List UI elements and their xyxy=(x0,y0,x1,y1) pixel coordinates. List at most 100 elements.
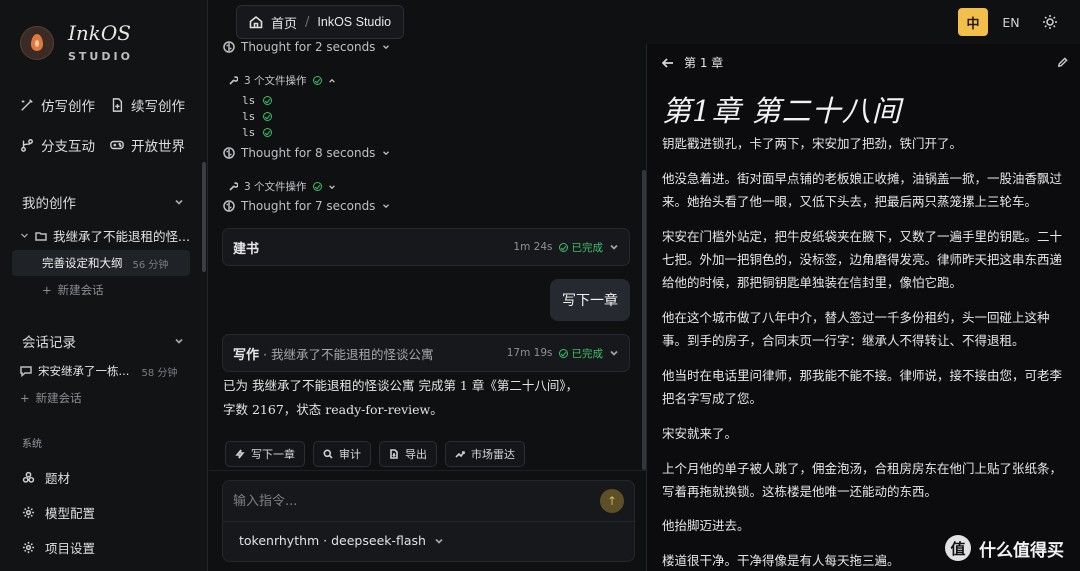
history-item-label: 宋安继承了一栋... xyxy=(38,364,130,378)
session-label: 完善设定和大纲 xyxy=(42,256,123,270)
history-title: 会话记录 xyxy=(22,335,76,351)
wrench-icon xyxy=(229,181,238,191)
brain-icon xyxy=(223,41,235,53)
market-radar-button[interactable]: 市场雷达 xyxy=(445,441,525,467)
chevron-up-icon xyxy=(328,78,335,83)
command-row: ls xyxy=(242,94,273,107)
thought-toggle-3[interactable]: Thought for 7 seconds xyxy=(223,199,391,213)
watermark-text: 什么值得买 xyxy=(979,540,1064,561)
sidebar-item-genres[interactable]: 题材 xyxy=(22,468,70,487)
nav-branch-interactive[interactable]: 分支互动 xyxy=(20,136,110,155)
export-button[interactable]: 导出 xyxy=(379,441,437,467)
command-row: ls xyxy=(242,126,273,139)
history-item-age: 58 分钟 xyxy=(141,367,178,379)
breadcrumb-home[interactable]: 首页 xyxy=(271,13,297,32)
nav-continuation-writing[interactable]: 续写创作 xyxy=(110,96,200,115)
chevron-down-icon xyxy=(175,199,183,205)
plus-icon: + xyxy=(20,391,30,405)
assistant-result-text: 已为 我继承了不能退租的怪谈公寓 完成第 1 章《第二十八间》，字数 2167，… xyxy=(223,378,579,417)
model-selector[interactable]: tokenrhythm · deepseek-flash xyxy=(239,533,444,548)
book-tree-item[interactable]: 我继承了不能退租的怪... xyxy=(20,226,190,245)
file-ops-toggle-2[interactable]: 3 个文件操作 xyxy=(228,179,336,194)
chevron-down-icon xyxy=(610,350,618,356)
input-divider xyxy=(223,521,634,522)
chevron-down-icon xyxy=(21,233,28,238)
plus-icon: + xyxy=(42,283,52,297)
watermark-logo: 值 xyxy=(945,535,971,561)
nav-label: 开放世界 xyxy=(131,139,185,155)
task-card-build-book[interactable]: 建书 1m 24s 已完成 xyxy=(222,228,630,266)
sys-item-label: 模型配置 xyxy=(45,506,96,521)
new-session-button[interactable]: + 新建会话 xyxy=(42,282,104,298)
command-input[interactable] xyxy=(233,489,593,513)
quick-actions: 写下一章 审计 导出 市场雷达 xyxy=(225,441,525,467)
nav-label: 仿写创作 xyxy=(41,99,95,115)
chevron-down-icon xyxy=(383,45,390,50)
file-ops-label: 3 个文件操作 xyxy=(244,75,307,87)
session-item-active[interactable]: 完善设定和大纲 56 分钟 xyxy=(12,250,190,276)
command-row: ls xyxy=(242,110,273,123)
chat-scrollbar[interactable] xyxy=(642,170,646,470)
my-works-header[interactable]: 我的创作 xyxy=(22,192,184,212)
arrow-up-icon: ↑ xyxy=(606,494,618,508)
sun-icon[interactable] xyxy=(1042,14,1058,30)
history-header[interactable]: 会话记录 xyxy=(22,331,184,351)
reader-chapter-label: 第 1 章 xyxy=(684,56,724,70)
sys-item-label: 项目设置 xyxy=(45,541,96,556)
breadcrumb-separator: / xyxy=(305,14,310,30)
action-label: 导出 xyxy=(405,448,427,461)
arrow-left-icon[interactable] xyxy=(662,57,674,69)
file-ops-toggle-1[interactable]: 3 个文件操作 xyxy=(228,73,336,88)
brain-icon xyxy=(223,200,235,212)
user-message: 写下一章 xyxy=(550,279,630,321)
chevron-down-icon xyxy=(435,538,443,544)
thought-toggle-2[interactable]: Thought for 8 seconds xyxy=(223,146,391,160)
task-card-writing[interactable]: 写作 · 我继承了不能退租的怪谈公寓 17m 19s 已完成 xyxy=(222,334,630,372)
chapter-title: 第1章 第二十八间 xyxy=(662,94,902,128)
thought-label: Thought for 2 seconds xyxy=(241,40,376,54)
sidebar-item-project-settings[interactable]: 项目设置 xyxy=(22,538,95,557)
new-session-label: 新建会话 xyxy=(57,283,104,297)
model-name: tokenrhythm · deepseek-flash xyxy=(239,533,426,548)
search-icon xyxy=(323,449,333,459)
pen-sparkle-icon xyxy=(21,99,33,111)
command-input-box: ↑ tokenrhythm · deepseek-flash xyxy=(222,480,635,562)
home-icon[interactable] xyxy=(249,15,263,29)
action-label: 写下一章 xyxy=(251,448,295,461)
lang-zh-button[interactable]: 中 xyxy=(958,8,988,36)
audit-button[interactable]: 审计 xyxy=(313,441,371,467)
brand[interactable]: InkOS STUDIO xyxy=(20,22,133,63)
task-subtitle: · 我继承了不能退租的怪谈公寓 xyxy=(263,346,434,362)
sidebar: InkOS STUDIO 仿写创作 续写创作 分支互动 开放世界 我的创作 我继… xyxy=(0,0,208,571)
pencil-icon[interactable] xyxy=(1057,57,1068,68)
new-history-session-button[interactable]: + 新建会话 xyxy=(20,390,82,406)
task-status: 已完成 xyxy=(571,347,604,360)
command-text: ls xyxy=(242,110,256,123)
lang-en-button[interactable]: EN xyxy=(996,8,1026,36)
task-duration: 1m 24s xyxy=(513,241,553,253)
chapter-paragraph: 他抬脚迈进去。 xyxy=(662,518,750,533)
layers-icon xyxy=(22,471,35,483)
watermark: 值 什么值得买 xyxy=(945,535,1064,561)
folder-icon xyxy=(35,231,47,241)
sys-item-label: 题材 xyxy=(45,471,71,486)
chevron-down-icon xyxy=(610,244,618,250)
sidebar-item-model-config[interactable]: 模型配置 xyxy=(22,503,95,522)
sidebar-scrollbar[interactable] xyxy=(202,162,206,272)
chapter-paragraph: 他当时在电话里问律师，那我能不能不接。律师说，接不接由您，可老李把名字写成了您。 xyxy=(662,368,1063,406)
top-right-controls: 中 EN xyxy=(958,8,1058,36)
success-check-icon xyxy=(263,112,273,121)
chevron-down-icon xyxy=(383,151,390,156)
chapter-paragraph: 上个月他的单子被人跳了，佣金泡汤，合租房房东在他门上贴了张纸条，写着再拖就换锁。… xyxy=(662,461,1063,499)
command-text: ls xyxy=(242,94,256,107)
nav-imitation-writing[interactable]: 仿写创作 xyxy=(20,96,110,115)
send-button[interactable]: ↑ xyxy=(600,489,624,513)
zap-icon xyxy=(235,449,245,459)
nav-open-world[interactable]: 开放世界 xyxy=(110,136,200,155)
history-item[interactable]: 宋安继承了一栋... 58 分钟 xyxy=(20,363,177,379)
action-label: 审计 xyxy=(339,448,361,461)
write-next-chapter-button[interactable]: 写下一章 xyxy=(225,441,305,467)
thought-toggle-1[interactable]: Thought for 2 seconds xyxy=(223,40,391,54)
book-title: 我继承了不能退租的怪... xyxy=(53,229,190,244)
success-check-icon xyxy=(263,96,273,105)
